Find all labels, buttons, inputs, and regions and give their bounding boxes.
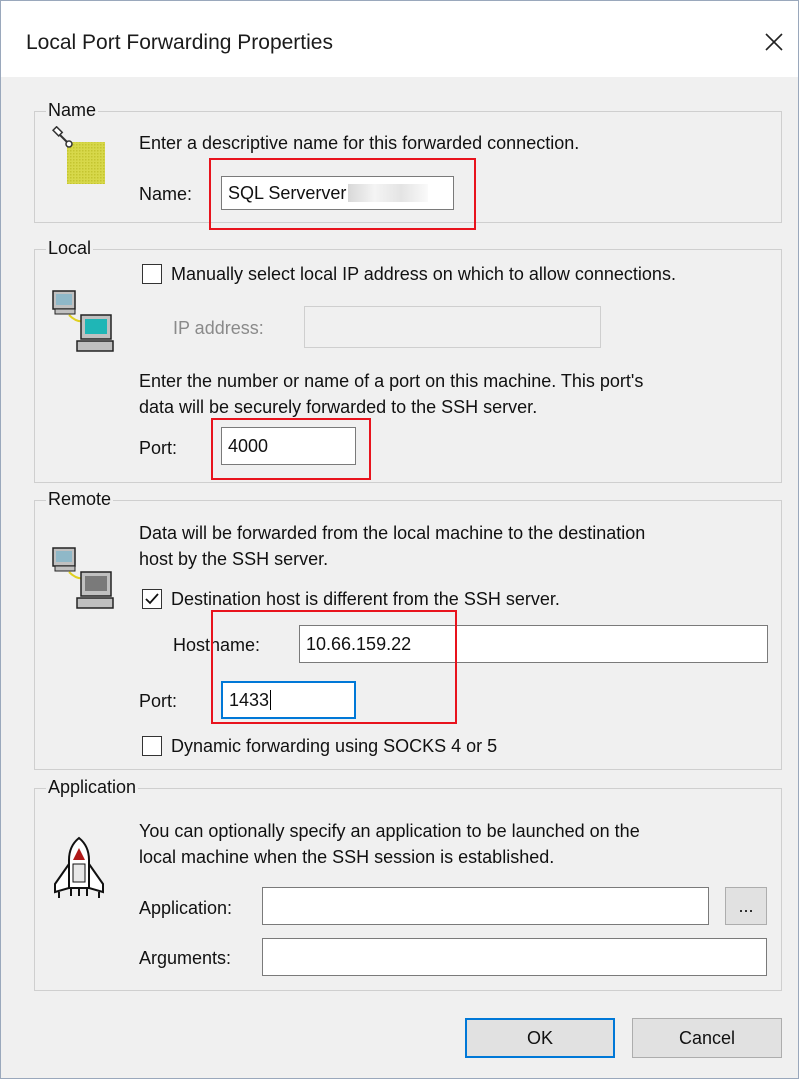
ip-address-label: IP address:	[173, 318, 264, 338]
arguments-field[interactable]	[262, 938, 767, 976]
dynamic-forwarding-checkbox[interactable]	[142, 736, 162, 756]
ip-address-field[interactable]	[304, 306, 601, 348]
cancel-label: Cancel	[678, 1027, 736, 1048]
title-bar: Local Port Forwarding Properties	[1, 1, 798, 77]
close-icon	[765, 33, 783, 51]
local-computers-icon	[51, 289, 115, 360]
local-port-label: Port:	[139, 438, 178, 458]
window-title: Local Port Forwarding Properties	[26, 31, 333, 54]
name-description: Enter a descriptive name for this forwar…	[139, 133, 580, 153]
local-port-description-2: data will be securely forwarded to the S…	[139, 397, 538, 417]
application-description-1: You can optionally specify an applicatio…	[139, 821, 640, 841]
name-group-legend: Name	[46, 100, 99, 121]
manual-ip-checkbox[interactable]	[142, 264, 162, 284]
application-group-legend: Application	[46, 777, 139, 798]
browse-application-button[interactable]: ...	[725, 887, 767, 925]
application-description-2: local machine when the SSH session is es…	[139, 847, 555, 867]
application-label: Application:	[139, 898, 233, 918]
remote-description-1: Data will be forwarded from the local ma…	[139, 523, 646, 543]
highlight-box-remote	[211, 610, 457, 724]
remote-computers-icon	[51, 546, 115, 617]
ok-label: OK	[526, 1027, 553, 1048]
remote-description-2: host by the SSH server.	[139, 549, 329, 569]
highlight-box-name	[209, 158, 476, 230]
manual-ip-label: Manually select local IP address on whic…	[171, 264, 676, 284]
local-port-description-1: Enter the number or name of a port on th…	[139, 371, 644, 391]
port-forwarding-dialog: Local Port Forwarding Properties Name En…	[0, 0, 799, 1079]
local-group-legend: Local	[46, 238, 94, 259]
ok-button[interactable]: OK	[465, 1018, 615, 1058]
destination-different-checkbox[interactable]	[142, 589, 162, 609]
browse-label: ...	[738, 895, 754, 916]
remote-group-legend: Remote	[46, 489, 114, 510]
remote-port-label: Port:	[139, 691, 178, 711]
name-label: Name:	[139, 184, 193, 204]
checkmark-icon	[145, 593, 159, 605]
destination-different-label: Destination host is different from the S…	[171, 589, 560, 609]
arguments-label: Arguments:	[139, 948, 232, 968]
highlight-box-local-port	[211, 418, 371, 480]
close-button[interactable]	[753, 21, 795, 63]
dynamic-forwarding-label: Dynamic forwarding using SOCKS 4 or 5	[171, 736, 498, 756]
application-field[interactable]	[262, 887, 709, 925]
cancel-button[interactable]: Cancel	[632, 1018, 782, 1058]
space-shuttle-icon	[49, 834, 109, 905]
name-tag-icon	[49, 125, 109, 193]
